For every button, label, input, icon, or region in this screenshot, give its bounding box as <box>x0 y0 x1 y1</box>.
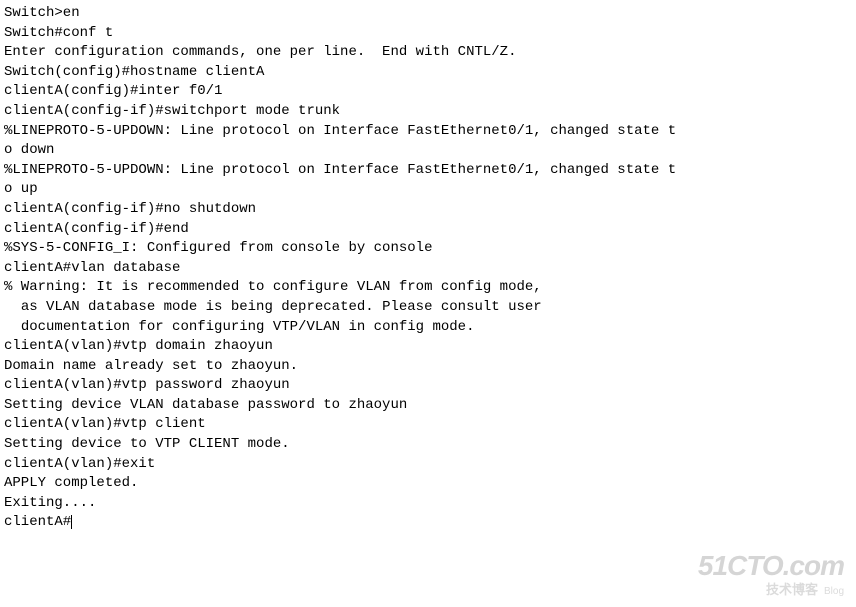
terminal-line: as VLAN database mode is being deprecate… <box>4 298 852 318</box>
terminal-line: Switch#conf t <box>4 24 852 44</box>
terminal-line: clientA(config-if)#switchport mode trunk <box>4 102 852 122</box>
terminal-line: clientA# <box>4 513 852 533</box>
terminal-line: Setting device to VTP CLIENT mode. <box>4 435 852 455</box>
terminal-line: clientA(config)#inter f0/1 <box>4 82 852 102</box>
terminal-line: clientA(vlan)#vtp client <box>4 415 852 435</box>
terminal-line: Setting device VLAN database password to… <box>4 396 852 416</box>
terminal-line: o up <box>4 180 852 200</box>
terminal-line: clientA(vlan)#exit <box>4 455 852 475</box>
watermark-main: 51CTO.com <box>698 546 844 585</box>
watermark-sub: 技术博客 Blog <box>698 581 844 599</box>
cursor <box>71 515 72 529</box>
terminal-line: Enter configuration commands, one per li… <box>4 43 852 63</box>
terminal-line: clientA(vlan)#vtp domain zhaoyun <box>4 337 852 357</box>
terminal-output[interactable]: Switch>enSwitch#conf tEnter configuratio… <box>4 4 852 533</box>
terminal-line: documentation for configuring VTP/VLAN i… <box>4 318 852 338</box>
terminal-line: %LINEPROTO-5-UPDOWN: Line protocol on In… <box>4 161 852 181</box>
terminal-line: clientA#vlan database <box>4 259 852 279</box>
watermark-sub-en: Blog <box>824 586 844 597</box>
terminal-line: %SYS-5-CONFIG_I: Configured from console… <box>4 239 852 259</box>
watermark-sub-cn: 技术博客 <box>766 582 818 597</box>
terminal-line: clientA(config-if)#end <box>4 220 852 240</box>
terminal-line: clientA(vlan)#vtp password zhaoyun <box>4 376 852 396</box>
terminal-line: Domain name already set to zhaoyun. <box>4 357 852 377</box>
terminal-line: % Warning: It is recommended to configur… <box>4 278 852 298</box>
terminal-line: clientA(config-if)#no shutdown <box>4 200 852 220</box>
watermark: 51CTO.com 技术博客 Blog <box>698 546 844 599</box>
terminal-line: %LINEPROTO-5-UPDOWN: Line protocol on In… <box>4 122 852 142</box>
terminal-line: Exiting.... <box>4 494 852 514</box>
terminal-line: o down <box>4 141 852 161</box>
terminal-line: Switch>en <box>4 4 852 24</box>
terminal-line: Switch(config)#hostname clientA <box>4 63 852 83</box>
terminal-line: APPLY completed. <box>4 474 852 494</box>
